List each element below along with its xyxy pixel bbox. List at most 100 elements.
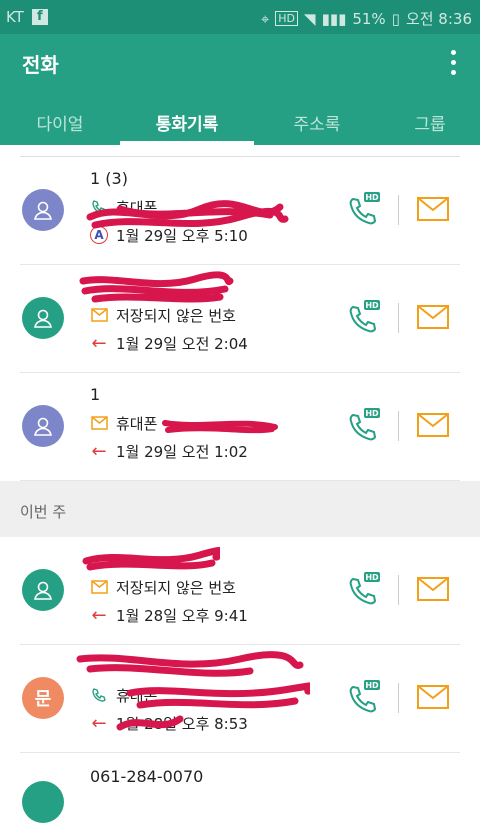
entry-type-line: 휴대폰 (90, 409, 340, 437)
section-header: 이번 주 (0, 481, 480, 537)
list-divider (20, 145, 460, 157)
phone-icon (90, 686, 108, 704)
entry-date: 1월 28일 오후 8:53 (116, 714, 248, 733)
section-label: 이번 주 (20, 503, 67, 521)
entry-date-line: A 1월 29일 오후 5:10 (90, 221, 340, 249)
hd-call-button[interactable]: HD (344, 677, 384, 717)
hd-voice-icon: HD (275, 11, 299, 26)
row-actions: HD (342, 297, 460, 339)
envelope-icon (90, 414, 108, 432)
entry-type-line: 저장되지 않은 번호 (90, 301, 340, 329)
hd-call-button[interactable]: HD (344, 297, 384, 337)
person-icon (34, 201, 52, 220)
entry-date-line: ← 1월 29일 오전 1:02 (90, 437, 340, 465)
avatar-initial: 문 (34, 689, 52, 710)
tab-call-log[interactable]: 통화기록 (120, 104, 254, 145)
entry-info: 저장되지 않은 번호 ← 1월 28일 오후 9:41 (90, 549, 340, 629)
entry-type-line: 휴대폰 (90, 193, 340, 221)
person-icon (34, 309, 52, 328)
person-icon (34, 581, 52, 600)
wifi-icon: ◥ (304, 9, 316, 28)
hd-call-button[interactable]: HD (344, 405, 384, 445)
svg-text:HD: HD (365, 573, 379, 582)
entry-date-line: ← 1월 28일 오후 8:53 (90, 709, 340, 737)
entry-type-line: 저장되지 않은 번호 (90, 573, 340, 601)
call-log-list: 1 (3) 휴대폰 A 1월 29일 오후 5:10 HD 저장되지 않은 번호… (0, 145, 480, 481)
row-actions: HD (342, 677, 460, 719)
entry-date: 1월 29일 오후 5:10 (116, 226, 248, 245)
entry-detail: 휴대폰 (116, 198, 158, 217)
avatar (22, 569, 64, 611)
entry-detail: 휴대폰 (116, 414, 158, 433)
incoming-arrow-icon: ← (91, 440, 107, 462)
entry-date: 1월 29일 오전 1:02 (116, 442, 248, 461)
app-bar: 전화 다이얼 통화기록 주소록 그룹 (0, 34, 480, 145)
action-divider (398, 411, 399, 441)
entry-info: 1 휴대폰 ← 1월 29일 오전 1:02 (90, 385, 340, 465)
entry-date-line: ← 1월 28일 오후 9:41 (90, 601, 340, 629)
call-log-list-week: 저장되지 않은 번호 ← 1월 28일 오후 9:41 HD 문 휴대폰 ← 1… (0, 537, 480, 823)
contact-name (90, 277, 340, 301)
message-button[interactable] (416, 193, 450, 225)
hd-call-button[interactable]: HD (344, 189, 384, 229)
signal-icon: ▮▮▮ (321, 9, 347, 28)
battery-icon: ▯ (391, 9, 400, 28)
message-button[interactable] (416, 409, 450, 441)
action-divider (398, 683, 399, 713)
entry-info: 저장되지 않은 번호 ← 1월 29일 오전 2:04 (90, 277, 340, 357)
entry-info: 1 (3) 휴대폰 A 1월 29일 오후 5:10 (90, 169, 340, 249)
entry-type-line: 휴대폰 (90, 681, 340, 709)
envelope-icon (90, 578, 108, 596)
action-divider (398, 195, 399, 225)
avatar (22, 781, 64, 823)
action-divider (398, 575, 399, 605)
carrier-label: KT (6, 8, 24, 26)
overflow-menu-icon[interactable] (448, 47, 458, 77)
clock: 오전 8:36 (405, 10, 472, 28)
incoming-arrow-icon: ← (91, 604, 107, 626)
contact-name: 061-284-0070 (90, 767, 204, 786)
facebook-notification-icon: f (31, 9, 48, 25)
entry-date: 1월 29일 오전 2:04 (116, 334, 248, 353)
message-button[interactable] (416, 573, 450, 605)
list-item[interactable]: 문 휴대폰 ← 1월 28일 오후 8:53 HD (20, 645, 460, 753)
contact-name (90, 657, 340, 681)
row-actions: HD (342, 405, 460, 447)
avatar (22, 189, 64, 231)
message-button[interactable] (416, 681, 450, 713)
list-item[interactable]: 1 휴대폰 ← 1월 29일 오전 1:02 HD (20, 373, 460, 481)
tab-bar: 다이얼 통화기록 주소록 그룹 (0, 104, 480, 145)
envelope-icon (90, 306, 108, 324)
entry-date-line: ← 1월 29일 오전 2:04 (90, 329, 340, 357)
list-item[interactable]: 저장되지 않은 번호 ← 1월 28일 오후 9:41 HD (20, 537, 460, 645)
avatar (22, 297, 64, 339)
contact-name (90, 549, 340, 573)
auto-reject-icon: A (90, 226, 108, 244)
avatar: 문 (22, 677, 64, 719)
entry-detail: 저장되지 않은 번호 (116, 578, 236, 597)
hd-call-button[interactable]: HD (344, 569, 384, 609)
tab-contacts[interactable]: 주소록 (254, 104, 380, 145)
contact-name: 1 (3) (90, 169, 128, 188)
list-item[interactable]: 1 (3) 휴대폰 A 1월 29일 오후 5:10 HD (20, 157, 460, 265)
action-divider (398, 303, 399, 333)
list-item[interactable]: 저장되지 않은 번호 ← 1월 29일 오전 2:04 HD (20, 265, 460, 373)
incoming-arrow-icon: ← (91, 332, 107, 354)
entry-date: 1월 28일 오후 9:41 (116, 606, 248, 625)
app-title: 전화 (22, 53, 59, 77)
list-item-partial[interactable]: 061-284-0070 (20, 753, 460, 823)
svg-text:HD: HD (365, 409, 379, 418)
message-button[interactable] (416, 301, 450, 333)
incoming-arrow-icon: ← (91, 712, 107, 734)
svg-text:HD: HD (365, 681, 379, 690)
person-icon (34, 417, 52, 436)
row-actions: HD (342, 189, 460, 231)
svg-text:HD: HD (365, 193, 379, 202)
tab-groups[interactable]: 그룹 (380, 104, 480, 145)
battery-percent: 51% (352, 9, 386, 28)
entry-detail: 저장되지 않은 번호 (116, 306, 236, 325)
tab-dialer[interactable]: 다이얼 (0, 104, 120, 145)
row-actions: HD (342, 569, 460, 611)
avatar (22, 405, 64, 447)
contact-name: 1 (90, 385, 101, 404)
